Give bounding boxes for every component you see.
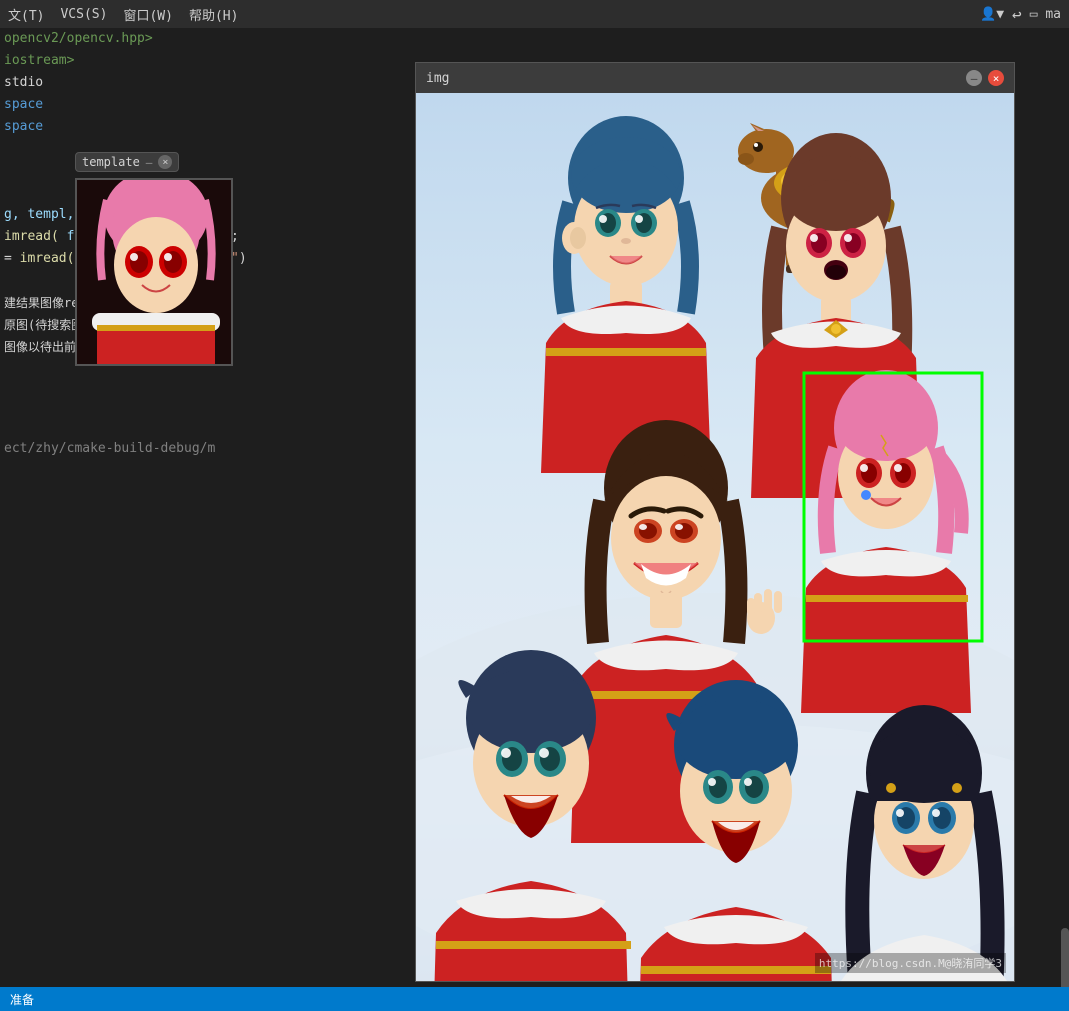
img-window-title: img: [426, 71, 449, 86]
menu-file[interactable]: 文(T): [8, 5, 44, 24]
top-right-area: 👤▼ ↩ ▭ ma: [980, 0, 1069, 28]
menu-bar: 文(T) VCS(S) 窗口(W) 帮助(H): [0, 0, 1069, 28]
status-bar: 准备: [0, 987, 1069, 1011]
tooltip-minimize[interactable]: –: [146, 156, 153, 169]
window-close-btn[interactable]: ×: [988, 70, 1004, 86]
anime-scene: [416, 93, 1014, 981]
template-svg: [77, 180, 233, 366]
anime-illustration: [416, 93, 1014, 981]
tooltip-close-btn[interactable]: ×: [158, 155, 172, 169]
template-label: template: [82, 155, 140, 169]
code-gap: [0, 358, 415, 438]
img-window-titlebar: img – ×: [416, 63, 1014, 93]
img-content-area: https://blog.csdn.M@晓洧同学3: [416, 93, 1014, 981]
status-text: 准备: [10, 991, 34, 1008]
back-icon[interactable]: ↩: [1012, 5, 1022, 24]
img-window: img – ×: [415, 62, 1015, 982]
code-line-5: space: [0, 116, 415, 138]
template-preview-image: [75, 178, 233, 366]
menu-vcs[interactable]: VCS(S): [60, 7, 107, 22]
code-line-1: opencv2/opencv.hpp>: [0, 28, 415, 50]
window-minimize-btn[interactable]: –: [966, 70, 982, 86]
menu-window[interactable]: 窗口(W): [123, 5, 172, 24]
code-editor: opencv2/opencv.hpp> iostream> stdio spac…: [0, 28, 415, 1011]
scrollbar[interactable]: [1057, 28, 1069, 1011]
window-controls: – ×: [966, 70, 1004, 86]
code-line-3: stdio: [0, 72, 415, 94]
code-line-2: iostream>: [0, 50, 415, 72]
maximize-icon[interactable]: ▭ ma: [1030, 7, 1061, 22]
code-line-4: space: [0, 94, 415, 116]
menu-help[interactable]: 帮助(H): [189, 5, 238, 24]
watermark: https://blog.csdn.M@晓洧同学3: [815, 953, 1006, 973]
template-tooltip: template – ×: [75, 152, 179, 172]
user-menu-icon[interactable]: 👤▼: [980, 7, 1004, 22]
code-path: ect/zhy/cmake-build-debug/m: [0, 438, 415, 460]
